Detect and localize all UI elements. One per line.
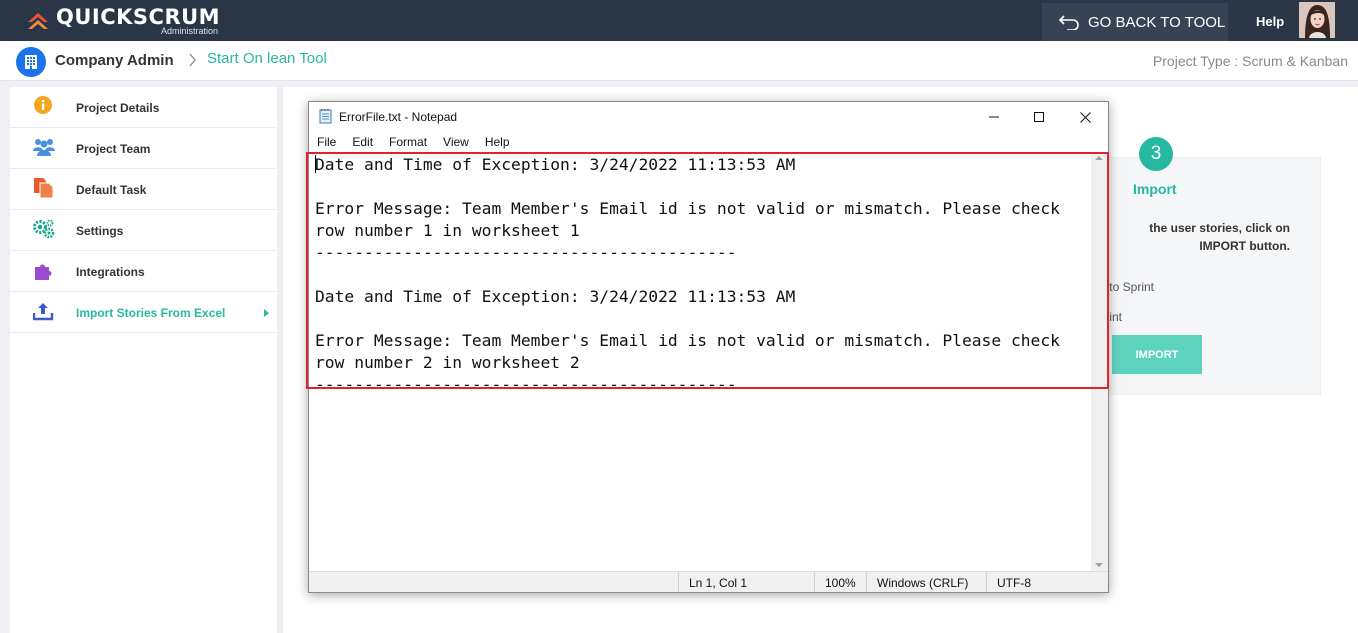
- project-type-label: Project Type : Scrum & Kanban: [1152, 53, 1348, 69]
- close-icon: [1079, 111, 1091, 123]
- status-cursor-position: Ln 1, Col 1: [678, 572, 814, 592]
- status-line-ending: Windows (CRLF): [866, 572, 986, 592]
- step-title: Import: [1133, 181, 1177, 197]
- sidebar-item-default-task[interactable]: Default Task: [10, 169, 277, 210]
- caret-right-icon: [264, 309, 269, 317]
- minimize-button[interactable]: [971, 102, 1017, 132]
- menu-file[interactable]: File: [309, 132, 344, 152]
- maximize-button[interactable]: [1016, 102, 1062, 132]
- sidebar-item-label: Default Task: [76, 183, 147, 197]
- sidebar-item-project-team[interactable]: Project Team: [10, 128, 277, 169]
- sidebar-item-settings[interactable]: Settings: [10, 210, 277, 251]
- info-icon: [34, 96, 52, 114]
- scroll-up-arrow-icon[interactable]: [1095, 156, 1103, 160]
- status-zoom: 100%: [814, 572, 866, 592]
- user-avatar[interactable]: [1299, 2, 1335, 38]
- avatar-image: [1299, 2, 1335, 38]
- close-button[interactable]: [1062, 102, 1108, 132]
- chevron-right-icon: [189, 53, 196, 67]
- status-encoding: UTF-8: [986, 572, 1108, 592]
- error-log-content: Date and Time of Exception: 3/24/2022 11…: [315, 155, 1060, 394]
- go-back-label: GO BACK TO TOOL: [1088, 13, 1226, 31]
- task-icon: [34, 178, 54, 199]
- breadcrumb-current[interactable]: Start On lean Tool: [207, 50, 327, 67]
- notepad-title-bar[interactable]: ErrorFile.txt - Notepad: [309, 102, 1108, 132]
- notepad-title: ErrorFile.txt - Notepad: [339, 110, 458, 124]
- quickscrum-logo[interactable]: Quickscrum Administration: [26, 6, 220, 36]
- undo-arrow-icon: [1058, 15, 1079, 30]
- go-back-to-tool-button[interactable]: GO BACK TO TOOL: [1042, 3, 1228, 41]
- sidebar-item-label: Integrations: [76, 265, 145, 279]
- brand-subtitle: Administration: [161, 26, 219, 36]
- help-link[interactable]: Help: [1256, 14, 1284, 29]
- gears-icon: [33, 219, 55, 239]
- sidebar-item-integrations[interactable]: Integrations: [10, 251, 277, 292]
- company-admin-link[interactable]: Company Admin: [55, 52, 174, 69]
- breadcrumb: Company Admin Start On lean Tool Project…: [0, 41, 1358, 81]
- notepad-menu-bar: File Edit Format View Help: [309, 132, 1108, 152]
- sidebar-item-label: Project Team: [76, 142, 151, 156]
- company-building-icon: [16, 47, 46, 77]
- step-number-badge: 3: [1139, 137, 1173, 171]
- step-description: the user stories, click on IMPORT button…: [1149, 221, 1290, 253]
- top-bar: Quickscrum Administration GO BACK TO TOO…: [0, 0, 1358, 41]
- team-icon: [33, 139, 55, 156]
- sidebar-item-label: Import Stories From Excel: [76, 306, 226, 320]
- sidebar-item-label: Settings: [76, 224, 124, 238]
- maximize-icon: [1034, 112, 1044, 122]
- sidebar-item-import-stories[interactable]: Import Stories From Excel: [10, 292, 277, 333]
- puzzle-icon: [35, 264, 52, 280]
- menu-edit[interactable]: Edit: [344, 132, 381, 152]
- minimize-icon: [989, 116, 999, 118]
- notepad-status-bar: Ln 1, Col 1 100% Windows (CRLF) UTF-8: [309, 571, 1108, 592]
- brand-name: Quickscrum: [56, 5, 221, 29]
- import-button[interactable]: IMPORT: [1112, 335, 1202, 374]
- notepad-text-area[interactable]: Date and Time of Exception: 3/24/2022 11…: [309, 152, 1091, 571]
- menu-format[interactable]: Format: [381, 132, 435, 152]
- logo-chevron-icon: [28, 13, 48, 29]
- sidebar-item-project-details[interactable]: Project Details: [10, 87, 277, 128]
- notepad-window: ErrorFile.txt - Notepad File Edit Format…: [308, 101, 1109, 593]
- sidebar-item-label: Project Details: [76, 101, 160, 115]
- notepad-file-icon: [319, 109, 332, 124]
- sidebar: Project Details Project Team Default Tas…: [10, 87, 277, 633]
- vertical-scrollbar[interactable]: [1091, 152, 1108, 571]
- scroll-down-arrow-icon[interactable]: [1095, 563, 1103, 567]
- menu-view[interactable]: View: [435, 132, 477, 152]
- upload-icon: [33, 303, 54, 321]
- menu-help[interactable]: Help: [477, 132, 518, 152]
